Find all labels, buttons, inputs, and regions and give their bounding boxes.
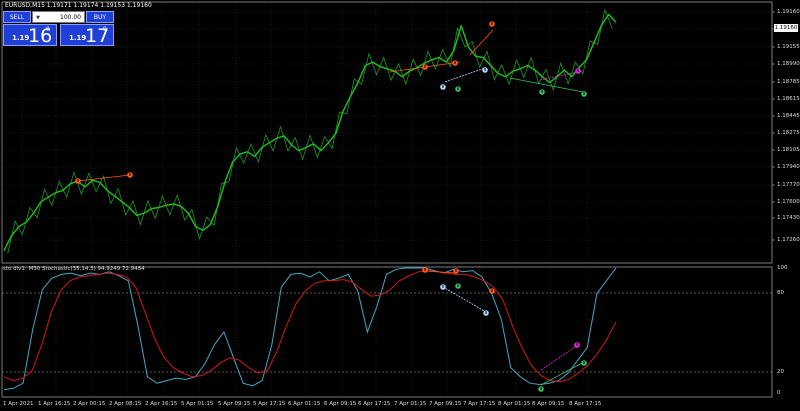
signal-marker-glyph [457, 284, 459, 287]
indicator-axis-label: 20 [777, 369, 784, 375]
buy-price-prefix: 1.19 [69, 34, 87, 42]
signal-marker-glyph [583, 92, 585, 95]
divergence-line [77, 174, 131, 182]
price-axis-label: 1.19160 [777, 9, 800, 15]
price-axis-label: 1.18785 [777, 79, 800, 85]
buy-price-box[interactable]: 1.19 17 9 [60, 24, 114, 47]
time-axis-label: 6 Apr 17:15 [358, 401, 391, 407]
signal-marker-glyph [541, 90, 543, 93]
divergence-line [469, 29, 494, 56]
indicator-axis-label: 100 [777, 265, 788, 271]
time-axis-label: 1 Apr 16:15 [38, 401, 71, 407]
time-axis-label: 5 Apr 17:15 [253, 401, 286, 407]
buy-button[interactable]: BUY [86, 11, 114, 23]
stochastic-series [3, 267, 617, 391]
price-axis-label: 1.17430 [777, 215, 800, 221]
signal-marker-glyph [485, 311, 487, 314]
time-axis-label: 2 Apr 00:15 [73, 401, 106, 407]
price-axis-label: 1.19155 [777, 44, 800, 50]
one-click-trading-panel: SELL ▼ 100.00 BUY 1.19 16 0 1.19 17 9 [3, 11, 114, 47]
divergence-line [540, 344, 579, 371]
signal-marker-glyph [455, 269, 457, 272]
time-axis-label: 1 Apr 2021 [3, 401, 34, 407]
time-axis-label: 8 Apr 01:15 [498, 401, 531, 407]
price-line [3, 13, 617, 251]
signal-marker-glyph [454, 61, 456, 64]
price-axis-label: 1.17600 [777, 199, 800, 205]
signal-marker-glyph [442, 285, 444, 288]
time-axis-label: 7 Apr 09:15 [429, 401, 462, 407]
price-axis-ticks [772, 11, 775, 241]
stochastic-signal-line [3, 270, 617, 383]
price-axis-label: 1.18105 [777, 147, 800, 153]
time-axis-label: 5 Apr 01:15 [181, 401, 214, 407]
time-axis-label: 6 Apr 01:15 [288, 401, 321, 407]
chart-canvas [1, 1, 775, 398]
sell-price-box[interactable]: 1.19 16 0 [3, 24, 57, 47]
indicator-title: sto div1: M30 Stochastic(35,14,3) 94.924… [3, 266, 145, 272]
divergence-line [444, 67, 486, 83]
price-axis-label: 1.17770 [777, 182, 800, 188]
signal-marker-glyph [442, 85, 444, 88]
signal-marker-glyph [491, 22, 493, 25]
signal-marker-glyph [577, 69, 579, 72]
price-axis-label: 1.17260 [777, 237, 800, 243]
time-axis-label: 5 Apr 09:15 [218, 401, 251, 407]
price-axis-label: 1.17940 [777, 164, 800, 170]
signal-marker-glyph [484, 68, 486, 71]
time-axis-label: 2 Apr 08:15 [109, 401, 142, 407]
time-axis-label: 8 Apr 09:15 [532, 401, 565, 407]
lot-dropdown-icon[interactable]: ▼ [34, 12, 42, 24]
signal-marker-glyph [424, 268, 426, 271]
signal-marker-glyph [583, 361, 585, 364]
time-axis-label: 6 Apr 09:15 [324, 401, 357, 407]
signal-markers [75, 21, 587, 392]
signal-marker-glyph [77, 179, 79, 182]
lot-size-input[interactable]: ▼ 100.00 [32, 11, 85, 23]
current-price-label: 1.19160 [774, 24, 798, 32]
buy-price-fraction: 9 [103, 26, 107, 33]
indicator-axis-label: 0 [777, 390, 781, 396]
symbol-info: EURUSD,M15 1.19171 1.19174 1.19153 1.191… [5, 2, 152, 9]
indicator-axis-label: 80 [777, 290, 784, 296]
signal-marker-glyph [491, 289, 493, 292]
sell-price-prefix: 1.19 [12, 34, 30, 42]
price-axis-label: 1.18990 [777, 61, 800, 67]
lot-size-value: 100.00 [60, 14, 81, 21]
time-axis-label: 7 Apr 01:15 [394, 401, 427, 407]
price-axis-label: 1.18445 [777, 113, 800, 119]
time-axis-label: 7 Apr 17:15 [463, 401, 496, 407]
indicator-panel-frame [1, 266, 773, 398]
divergence-line [442, 286, 487, 313]
time-axis-label: 8 Apr 17:15 [569, 401, 602, 407]
signal-marker-glyph [457, 87, 459, 90]
price-panel-frame [1, 1, 773, 264]
stochastic-main-line [3, 267, 617, 391]
signal-marker-glyph [540, 387, 542, 390]
signal-marker-glyph [424, 65, 426, 68]
sell-price-fraction: 0 [46, 26, 50, 33]
price-axis-label: 1.18615 [777, 96, 800, 102]
divergence-lines [77, 29, 585, 386]
sell-button[interactable]: SELL [3, 11, 31, 23]
time-axis-label: 2 Apr 16:15 [145, 401, 178, 407]
price-axis-label: 1.18275 [777, 130, 800, 136]
signal-marker-glyph [576, 343, 578, 346]
signal-marker-glyph [129, 173, 131, 176]
